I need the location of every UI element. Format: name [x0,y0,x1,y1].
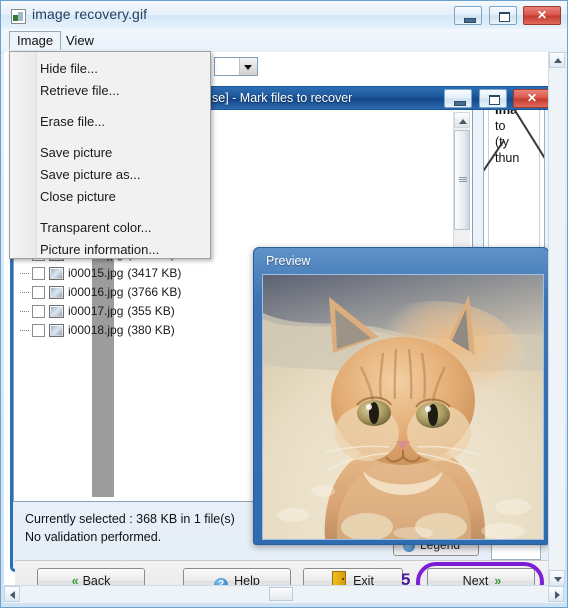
tree-connector-icon [18,321,32,340]
next-button-highlight-ring [416,562,544,586]
file-checkbox[interactable] [32,305,45,318]
file-name-label: i00016.jpg [68,285,124,299]
viewer-titlebar[interactable]: image recovery.gif ✕ [1,1,567,29]
door-icon [332,571,347,586]
preview-window: Preview [253,247,549,545]
file-size-label: (3766 KB) [127,285,182,299]
menu-item-close-picture[interactable]: Close picture [40,186,204,208]
close-button[interactable]: ✕ [523,6,561,25]
scroll-up-icon[interactable] [549,52,565,68]
image-dropdown-menu: Hide file... Retrieve file... Erase file..… [9,51,211,259]
menubar: Image View [1,29,567,53]
jpeg-thumbnail-icon [49,267,64,280]
chevron-down-icon[interactable] [239,58,257,75]
preview-title: Preview [266,254,311,268]
tree-connector-icon [18,264,32,283]
file-name-label: i00015.jpg [68,266,124,280]
step-number-annotation: 5 [401,570,411,586]
filter-combobox[interactable] [214,57,258,76]
tree-connector-icon [18,302,32,321]
menu-item-picture-information[interactable]: Picture information... [40,239,204,261]
scroll-left-icon[interactable] [4,586,20,602]
file-checkbox[interactable] [32,324,45,337]
mark-window-controls: ✕ [442,89,551,109]
status-validation-text: No validation performed. [25,530,162,544]
file-name-label: i00017.jpg [68,304,124,318]
jpeg-thumbnail-icon [49,305,64,318]
menu-item-transparent-color[interactable]: Transparent color... [40,217,204,239]
jpeg-thumbnail-icon [49,324,64,337]
kitten-photo [263,275,543,539]
file-checkbox[interactable] [32,267,45,280]
image-viewer-window: image recovery.gif ✕ Image View e(s)) i0… [0,0,568,608]
horizontal-scrollbar-thumb[interactable] [269,587,293,601]
scroll-down-icon[interactable] [549,570,565,586]
menu-icon-gutter [10,52,37,258]
menu-item-save-picture[interactable]: Save picture [40,142,204,164]
mark-minimize-button[interactable] [444,89,473,108]
window-title: image recovery.gif [32,6,148,22]
viewer-vertical-scrollbar[interactable] [548,52,565,586]
file-size-label: (380 KB) [127,323,175,337]
file-name-label: i00018.jpg [68,323,124,337]
mark-files-title: se] - Mark files to recover [212,91,353,105]
file-size-label: (355 KB) [127,304,175,318]
back-button[interactable]: «Back [37,568,145,586]
file-checkbox[interactable] [32,286,45,299]
maximize-button[interactable] [488,6,517,25]
viewer-horizontal-scrollbar[interactable] [4,585,564,603]
menu-view[interactable]: View [59,31,101,50]
chevron-left-icon: « [71,574,79,586]
exit-button[interactable]: Exit [303,568,403,586]
help-button[interactable]: ? Help [183,568,291,586]
image-file-icon [11,9,26,24]
mark-maximize-button[interactable] [478,89,507,108]
mark-files-titlebar[interactable]: se] - Mark files to recover ✕ [203,86,555,110]
mark-close-button[interactable]: ✕ [513,89,551,108]
menu-item-save-picture-as[interactable]: Save picture as... [40,164,204,186]
menu-item-erase-file[interactable]: Erase file... [40,111,204,133]
tree-connector-icon [18,283,32,302]
window-controls: ✕ [452,6,561,26]
scroll-right-icon[interactable] [548,586,564,602]
menu-image[interactable]: Image [9,31,62,50]
preview-image[interactable] [262,274,544,540]
minimize-button[interactable] [454,6,483,25]
jpeg-thumbnail-icon [49,286,64,299]
menu-item-retrieve-file[interactable]: Retrieve file... [40,80,204,102]
file-size-label: (3417 KB) [127,266,182,280]
menu-item-hide-file[interactable]: Hide file... [40,58,204,80]
